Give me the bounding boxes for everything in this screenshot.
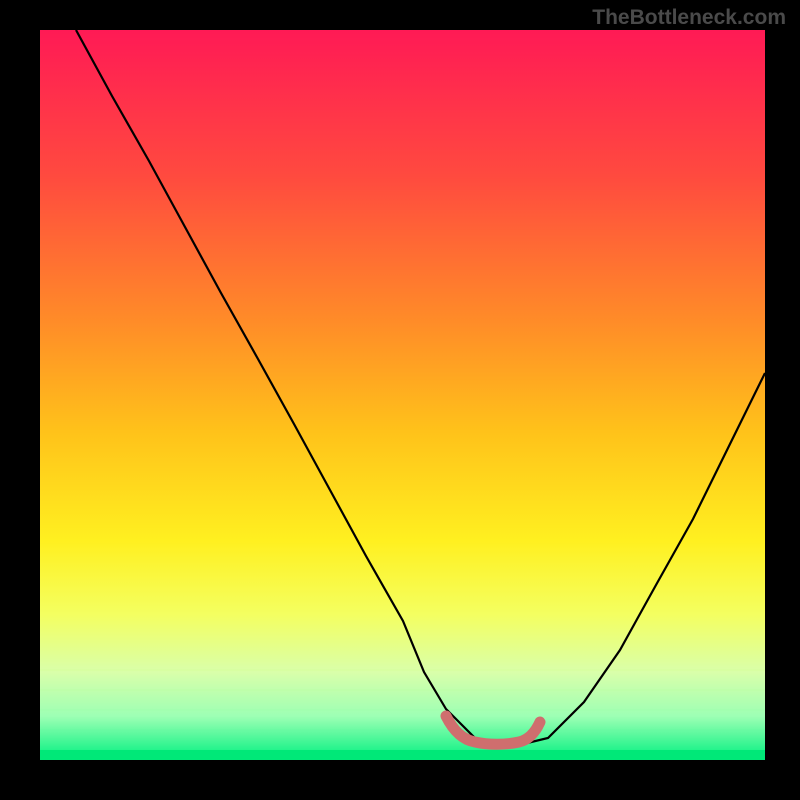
chart-plot-area [40,30,765,760]
optimal-zone-marker [446,716,540,744]
watermark-text: TheBottleneck.com [592,6,786,30]
bottleneck-curve [76,30,765,745]
bottleneck-curve-layer [40,30,765,760]
